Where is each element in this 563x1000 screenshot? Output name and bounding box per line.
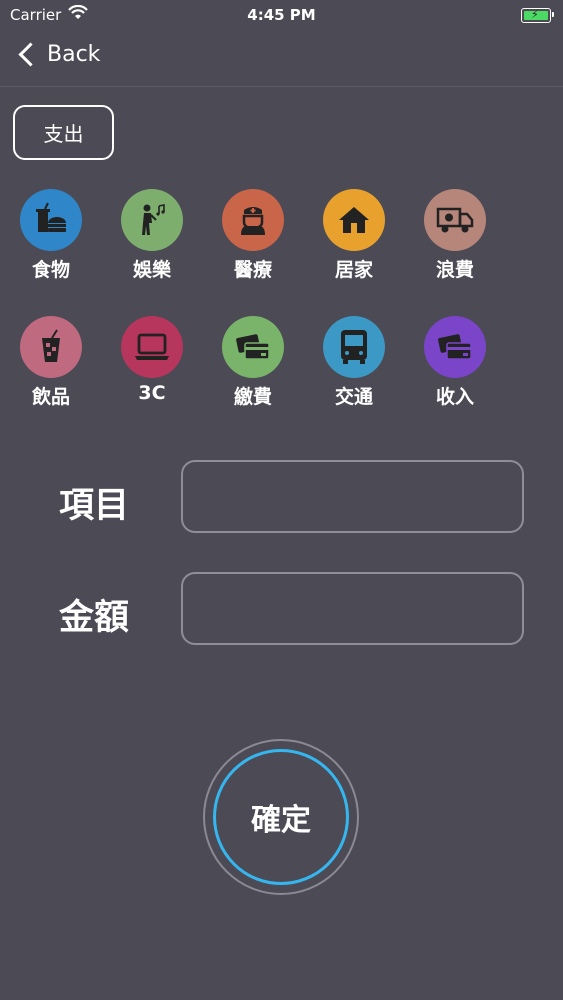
bus-icon [323,316,385,378]
confirm-button[interactable]: 確定 [213,749,349,885]
category-home[interactable]: 居家 [314,189,394,282]
battery-icon: ⚡ [521,8,554,23]
category-label: 交通 [334,386,373,408]
clock: 4:45 PM [247,6,316,24]
status-bar: Carrier 4:45 PM ⚡ [0,0,563,30]
laptop-icon [121,316,183,378]
category-income[interactable]: 收入 [415,316,495,409]
back-label: Back [47,42,101,67]
home-icon [323,189,385,251]
medical-icon [222,189,284,251]
category-drink[interactable]: 飲品 [11,316,91,409]
category-label: 繳費 [233,386,272,408]
amount-label: 金額 [59,598,130,638]
navigation-bar: Back [0,30,563,87]
category-label: 居家 [334,259,373,281]
category-food[interactable]: 食物 [11,189,91,282]
category-entertainment[interactable]: 娛樂 [112,189,192,282]
waste-truck-icon [424,189,486,251]
item-input[interactable] [181,460,524,533]
category-3c[interactable]: 3C [112,316,192,404]
category-transport[interactable]: 交通 [314,316,394,409]
amount-input[interactable] [181,572,524,645]
category-label: 食物 [31,259,70,281]
category-waste[interactable]: 浪費 [415,189,495,282]
category-medical[interactable]: 醫療 [213,189,293,282]
item-label: 項目 [59,486,130,526]
category-label: 醫療 [233,259,272,281]
category-label: 浪費 [435,259,474,281]
entertainment-icon [121,189,183,251]
category-bills[interactable]: 繳費 [213,316,293,409]
category-label: 飲品 [31,386,70,408]
back-button[interactable]: Back [16,42,100,67]
food-icon [20,189,82,251]
expense-type-button[interactable]: 支出 [13,105,114,160]
category-label: 3C [138,382,166,404]
income-card-icon [424,316,486,378]
bill-card-icon [222,316,284,378]
chevron-left-icon [18,42,43,67]
category-label: 收入 [435,386,474,408]
category-label: 娛樂 [132,259,171,281]
drink-icon [20,316,82,378]
